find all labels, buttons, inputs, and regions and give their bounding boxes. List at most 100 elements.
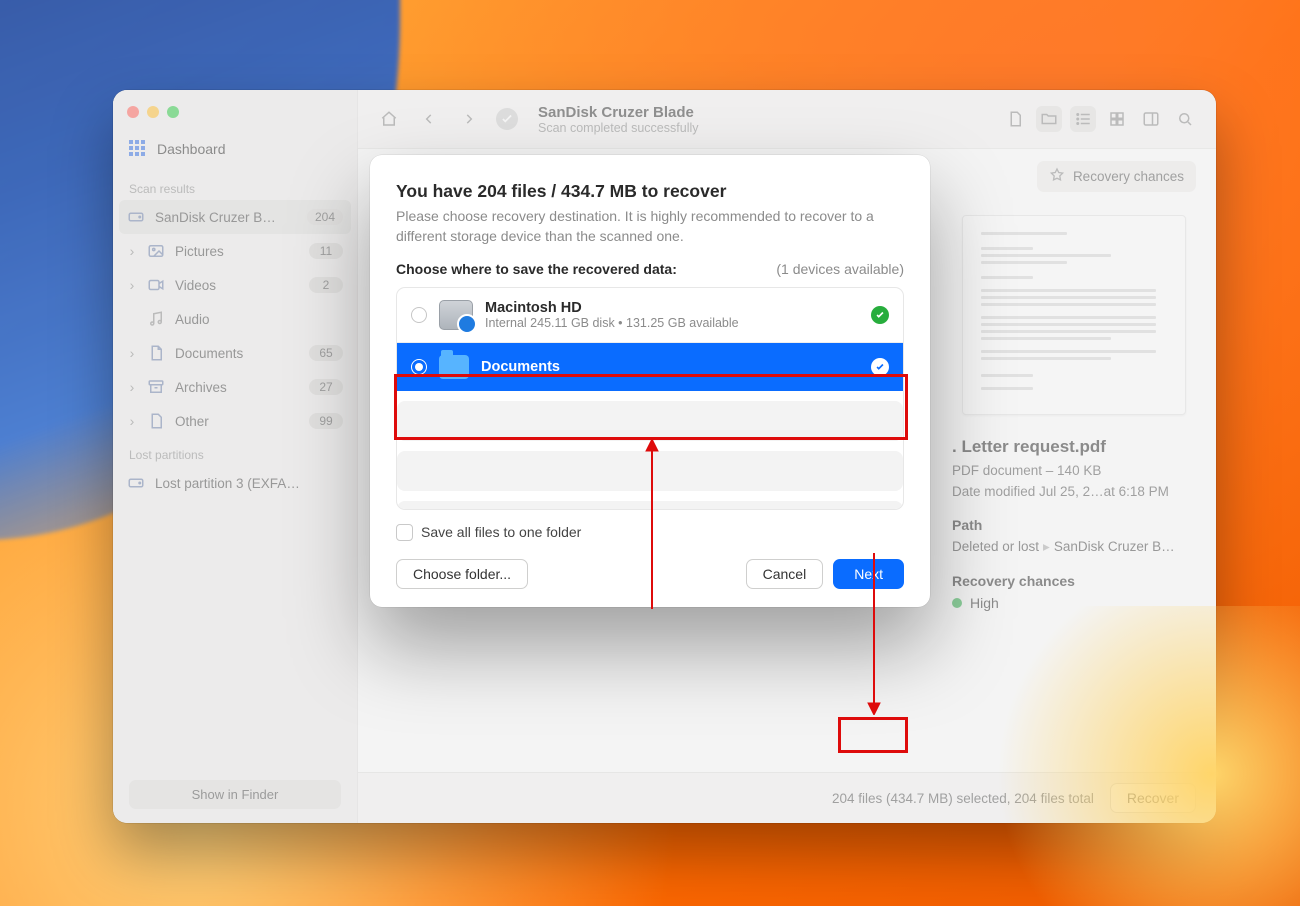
count-badge: 65 (309, 345, 343, 361)
preview-filename: . Letter request.pdf (952, 437, 1196, 457)
desktop-wallpaper: Dashboard Scan results SanDisk Cruzer B…… (0, 0, 1300, 906)
show-in-finder-button[interactable]: Show in Finder (129, 780, 341, 809)
preview-rc-value: High (952, 595, 1196, 611)
cancel-button[interactable]: Cancel (746, 559, 824, 589)
chevron-right-icon: › (127, 379, 137, 395)
preview-path: Deleted or lost▸SanDisk Cruzer B… (952, 539, 1196, 555)
toolbar: SanDisk Cruzer Blade Scan completed succ… (358, 90, 1216, 149)
drive-icon (127, 474, 145, 492)
sidebar-section-scan-results: Scan results (113, 172, 357, 200)
audio-icon (147, 310, 165, 328)
sidebar-item-label: Pictures (175, 244, 299, 259)
rc-text: High (970, 595, 999, 611)
home-button[interactable] (376, 106, 402, 132)
sidebar-item-label: Other (175, 414, 299, 429)
dialog-title: You have 204 files / 434.7 MB to recover (396, 181, 904, 202)
status-dot-icon (952, 598, 962, 608)
sidebar-item-label: Documents (175, 346, 299, 361)
document-thumbnail (962, 215, 1186, 415)
preview-pane: . Letter request.pdf PDF document – 140 … (952, 215, 1196, 611)
count-badge: 11 (309, 243, 343, 259)
sidebar-item-audio[interactable]: Audio (113, 302, 357, 336)
destination-name: Macintosh HD (485, 300, 739, 316)
sidebar-item-documents[interactable]: › Documents 65 (113, 336, 357, 370)
destination-placeholder-area (397, 401, 903, 509)
destination-list: Macintosh HD Internal 245.11 GB disk • 1… (396, 287, 904, 510)
path-part: SanDisk Cruzer B… (1054, 539, 1175, 554)
chevron-right-icon: › (127, 413, 137, 429)
sidebar-item-pictures[interactable]: › Pictures 11 (113, 234, 357, 268)
sidebar-item-label: Dashboard (157, 141, 226, 157)
image-icon (147, 242, 165, 260)
count-badge: 99 (309, 413, 343, 429)
sidebar-section-lost-partitions: Lost partitions (113, 438, 357, 466)
minimize-window-button[interactable] (147, 106, 159, 118)
dashboard-icon (129, 140, 147, 158)
path-part: Deleted or lost (952, 539, 1039, 554)
sidebar-item-archives[interactable]: › Archives 27 (113, 370, 357, 404)
drive-icon (127, 208, 145, 226)
sidebar-item-label: Videos (175, 278, 299, 293)
sidebar-item-videos[interactable]: › Videos 2 (113, 268, 357, 302)
option-label: Save all files to one folder (421, 524, 581, 540)
choose-destination-dialog: You have 204 files / 434.7 MB to recover… (370, 155, 930, 607)
selected-check-icon (871, 358, 889, 376)
count-badge: 27 (309, 379, 343, 395)
page-subtitle: Scan completed successfully (538, 121, 988, 135)
window-controls (113, 100, 357, 130)
chip-label: Recovery chances (1073, 169, 1184, 184)
preview-kind: PDF document – 140 KB (952, 463, 1196, 478)
chevron-right-icon: › (127, 243, 137, 259)
devices-available: (1 devices available) (776, 261, 904, 277)
chevron-right-icon: › (127, 345, 137, 361)
destination-name: Documents (481, 359, 560, 375)
spacer (127, 311, 137, 327)
view-folder-button[interactable] (1036, 106, 1062, 132)
video-icon (147, 276, 165, 294)
dialog-subtext: Please choose recovery destination. It i… (396, 206, 904, 247)
back-button[interactable] (416, 106, 442, 132)
close-window-button[interactable] (127, 106, 139, 118)
choose-label: Choose where to save the recovered data: (396, 261, 677, 277)
sidebar-item-device[interactable]: SanDisk Cruzer B… 204 (119, 200, 351, 234)
footer-bar: 204 files (434.7 MB) selected, 204 files… (358, 772, 1216, 823)
placeholder-row (397, 451, 903, 491)
sidebar-item-label: Audio (175, 312, 343, 327)
recovery-chances-chip[interactable]: Recovery chances (1037, 161, 1196, 192)
sidebar-item-other[interactable]: › Other 99 (113, 404, 357, 438)
chevron-right-icon: › (127, 277, 137, 293)
toggle-preview-button[interactable] (1138, 106, 1164, 132)
folder-icon (439, 355, 469, 379)
view-file-button[interactable] (1002, 106, 1028, 132)
placeholder-row (397, 401, 903, 441)
view-grid-button[interactable] (1104, 106, 1130, 132)
scan-status-icon (496, 108, 518, 130)
destination-meta: Internal 245.11 GB disk • 131.25 GB avai… (485, 316, 739, 330)
sidebar-item-dashboard[interactable]: Dashboard (113, 130, 357, 172)
choose-folder-button[interactable]: Choose folder... (396, 559, 528, 589)
next-button[interactable]: Next (833, 559, 904, 589)
star-icon (1049, 167, 1065, 186)
preview-modified: Date modified Jul 25, 2…at 6:18 PM (952, 484, 1196, 499)
destination-row-documents[interactable]: Documents (397, 342, 903, 391)
sidebar-item-label: Archives (175, 380, 299, 395)
sidebar-item-lost-partition[interactable]: Lost partition 3 (EXFA… (113, 466, 357, 500)
destination-row-macintosh-hd[interactable]: Macintosh HD Internal 245.11 GB disk • 1… (397, 288, 903, 342)
archive-icon (147, 378, 165, 396)
search-button[interactable] (1172, 106, 1198, 132)
view-list-button[interactable] (1070, 106, 1096, 132)
zoom-window-button[interactable] (167, 106, 179, 118)
recover-button[interactable]: Recover (1110, 783, 1196, 813)
save-to-one-folder-option[interactable]: Save all files to one folder (396, 524, 904, 541)
title-block: SanDisk Cruzer Blade Scan completed succ… (532, 104, 988, 135)
forward-button[interactable] (456, 106, 482, 132)
sidebar-item-label: SanDisk Cruzer B… (155, 210, 297, 225)
count-badge: 2 (309, 277, 343, 293)
document-icon (147, 344, 165, 362)
sidebar: Dashboard Scan results SanDisk Cruzer B…… (113, 90, 358, 823)
file-icon (147, 412, 165, 430)
internal-disk-icon (439, 300, 473, 330)
count-badge: 204 (307, 209, 343, 225)
ok-check-icon (871, 306, 889, 324)
preview-rc-heading: Recovery chances (952, 573, 1196, 589)
